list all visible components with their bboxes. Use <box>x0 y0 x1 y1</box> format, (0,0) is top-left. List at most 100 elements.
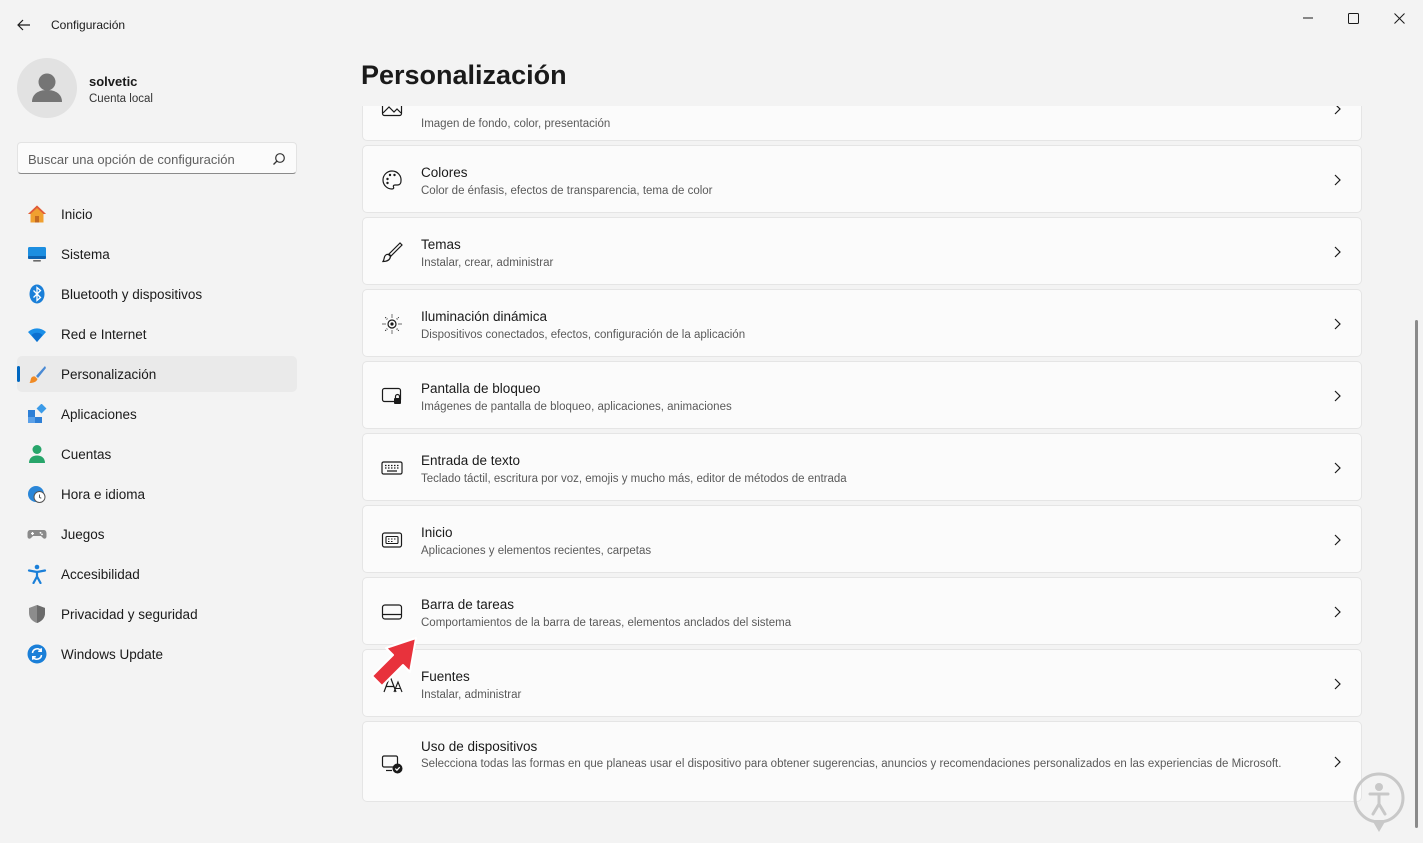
settings-card-colores[interactable]: Colores Color de énfasis, efectos de tra… <box>362 145 1362 213</box>
wifi-icon <box>28 328 46 342</box>
sidebar-item-label: Windows Update <box>61 647 164 662</box>
settings-card-temas[interactable]: Temas Instalar, crear, administrar <box>362 217 1362 285</box>
search-icon[interactable] <box>272 152 286 166</box>
settings-card-pantalla-bloqueo[interactable]: Pantalla de bloqueo Imágenes de pantalla… <box>362 361 1362 429</box>
sun-icon <box>382 314 402 334</box>
sidebar-item-cuentas[interactable]: Cuentas <box>17 436 297 472</box>
card-description: Instalar, crear, administrar <box>421 257 554 269</box>
page-title: Personalización <box>361 60 567 90</box>
card-title: Temas <box>421 237 461 252</box>
card-title: Uso de dispositivos <box>421 739 538 754</box>
watermark-logo-icon <box>1353 772 1405 832</box>
user-silhouette-icon <box>32 73 62 102</box>
maximize-icon <box>1347 12 1359 24</box>
card-description: Selecciona todas las formas en que plane… <box>421 758 1282 770</box>
sidebar-item-label: Aplicaciones <box>61 407 137 422</box>
chevron-right-icon <box>1334 318 1341 330</box>
sidebar-item-label: Cuentas <box>61 447 112 462</box>
card-title: Colores <box>421 165 468 180</box>
card-title: Entrada de texto <box>421 453 521 468</box>
sidebar-item-label: Bluetooth y dispositivos <box>61 287 203 302</box>
sidebar-item-label: Privacidad y seguridad <box>61 607 198 622</box>
card-description: Instalar, administrar <box>421 689 522 701</box>
sidebar-item-inicio[interactable]: Inicio <box>17 196 297 232</box>
chevron-right-icon <box>1334 174 1341 186</box>
chevron-right-icon <box>1334 106 1341 115</box>
chevron-right-icon <box>1334 390 1341 402</box>
card-description: Color de énfasis, efectos de transparenc… <box>421 185 713 197</box>
sidebar-item-privacidad[interactable]: Privacidad y seguridad <box>17 596 297 632</box>
settings-card-entrada-texto[interactable]: Entrada de texto Teclado táctil, escritu… <box>362 433 1362 501</box>
bluetooth-icon <box>29 284 45 304</box>
update-icon <box>27 644 47 664</box>
settings-card-uso-dispositivos[interactable]: Uso de dispositivos Selecciona todas las… <box>362 721 1362 802</box>
sidebar-item-aplicaciones[interactable]: Aplicaciones <box>17 396 297 432</box>
accessibility-icon <box>27 564 47 584</box>
sidebar-item-bluetooth[interactable]: Bluetooth y dispositivos <box>17 276 297 312</box>
sidebar-item-label: Red e Internet <box>61 327 147 342</box>
sidebar-item-juegos[interactable]: Juegos <box>17 516 297 552</box>
gamepad-icon <box>27 530 47 539</box>
chevron-right-icon <box>1334 606 1341 618</box>
avatar[interactable] <box>17 58 77 118</box>
sidebar-item-windows-update[interactable]: Windows Update <box>17 636 297 672</box>
sidebar-item-accesibilidad[interactable]: Accesibilidad <box>17 556 297 592</box>
back-arrow-icon <box>17 19 30 31</box>
scrollbar-thumb[interactable] <box>1415 320 1418 828</box>
minimize-icon <box>1303 17 1313 19</box>
sidebar-item-label: Juegos <box>61 527 105 542</box>
globe-clock-icon <box>28 486 46 503</box>
person-icon <box>29 445 45 463</box>
apps-icon <box>28 404 47 423</box>
card-description: Teclado táctil, escritura por voz, emoji… <box>421 473 847 485</box>
user-name: solvetic <box>89 74 138 89</box>
sidebar-item-sistema[interactable]: Sistema <box>17 236 297 272</box>
search-input[interactable] <box>28 150 268 168</box>
chevron-right-icon <box>1334 246 1341 258</box>
settings-card-fondo[interactable]: Imagen de fondo, color, presentación <box>362 106 1362 141</box>
chevron-right-icon <box>1334 756 1341 768</box>
card-description: Comportamientos de la barra de tareas, e… <box>421 617 792 629</box>
sidebar-nav: Inicio Sistema Bluetooth y dispositivos … <box>17 196 297 676</box>
sidebar-item-hora[interactable]: Hora e idioma <box>17 476 297 512</box>
palette-icon <box>382 170 402 190</box>
maximize-button[interactable] <box>1330 4 1376 32</box>
card-description: Dispositivos conectados, efectos, config… <box>421 329 746 341</box>
back-button[interactable] <box>10 12 38 38</box>
sidebar-item-label: Accesibilidad <box>61 567 140 582</box>
sidebar-item-label: Hora e idioma <box>61 487 146 502</box>
card-description: Aplicaciones y elementos recientes, carp… <box>421 545 652 557</box>
device-usage-icon <box>381 755 403 774</box>
sidebar-item-label: Sistema <box>61 247 110 262</box>
monitor-icon <box>28 247 46 262</box>
keyboard-icon <box>381 461 403 475</box>
lock-screen-icon <box>381 387 402 404</box>
card-title: Pantalla de bloqueo <box>421 381 541 396</box>
search-box[interactable] <box>17 142 297 174</box>
home-icon <box>28 205 46 223</box>
close-button[interactable] <box>1376 4 1422 32</box>
settings-card-barra-tareas[interactable]: Barra de tareas Comportamientos de la ba… <box>362 577 1362 645</box>
shield-icon <box>29 605 45 623</box>
card-title: Fuentes <box>421 669 470 684</box>
card-description: Imágenes de pantalla de bloqueo, aplicac… <box>421 401 732 413</box>
sidebar-item-label: Personalización <box>61 367 157 382</box>
sidebar-item-personalizacion[interactable]: Personalización <box>17 356 297 392</box>
settings-list: Imagen de fondo, color, presentación Col… <box>362 106 1362 843</box>
card-title: Iluminación dinámica <box>421 309 548 324</box>
chevron-right-icon <box>1334 534 1341 546</box>
chevron-right-icon <box>1334 678 1341 690</box>
brush-icon <box>381 242 403 263</box>
settings-card-fuentes[interactable]: Fuentes Instalar, administrar <box>362 649 1362 717</box>
card-title: Barra de tareas <box>421 597 515 612</box>
start-icon <box>381 532 403 548</box>
close-icon <box>1393 12 1405 24</box>
annotation-arrow-icon <box>371 637 417 687</box>
settings-card-inicio[interactable]: Inicio Aplicaciones y elementos reciente… <box>362 505 1362 573</box>
minimize-button[interactable] <box>1285 4 1331 32</box>
account-type: Cuenta local <box>89 93 153 105</box>
sidebar-item-red[interactable]: Red e Internet <box>17 316 297 352</box>
settings-card-iluminacion[interactable]: Iluminación dinámica Dispositivos conect… <box>362 289 1362 357</box>
chevron-right-icon <box>1334 462 1341 474</box>
paintbrush-icon <box>29 366 46 383</box>
